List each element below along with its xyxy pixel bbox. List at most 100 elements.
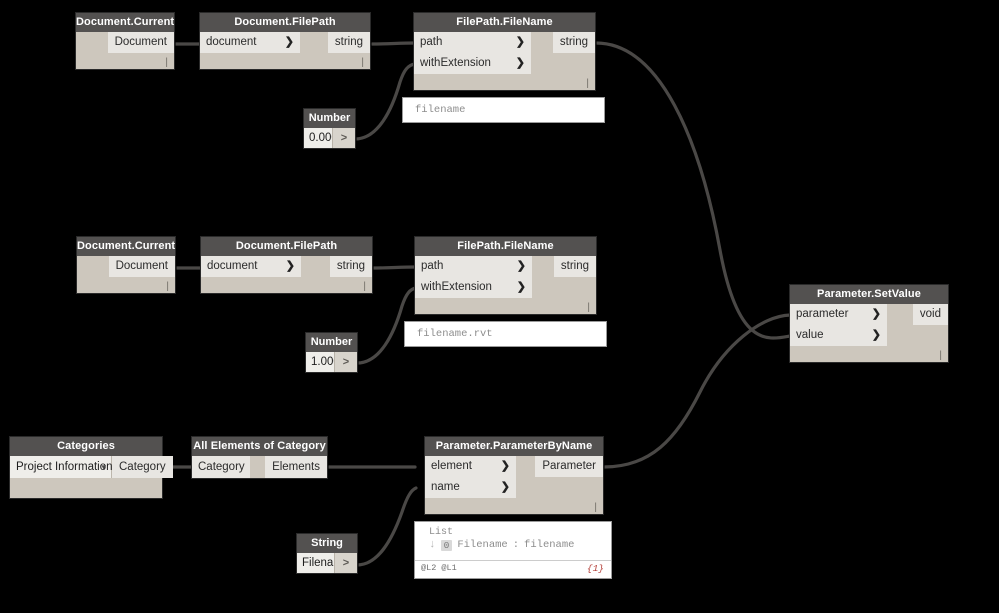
node-title: FilePath.FileName: [414, 13, 595, 32]
node-resize-handle[interactable]: |: [361, 58, 364, 68]
list-footer: @L2 @L1 {1}: [415, 560, 611, 578]
node-parameter-by-name[interactable]: Parameter.ParameterByName element ❯ Para…: [424, 436, 604, 515]
preview-panel-filename-2: filename.rvt: [404, 321, 607, 347]
chevron-right-icon: ❯: [516, 281, 526, 293]
node-title: Number: [306, 333, 357, 352]
input-port-label: document: [206, 36, 257, 48]
output-port-string-node[interactable]: >: [335, 553, 357, 573]
chevron-right-icon: ❯: [515, 36, 525, 48]
dynamo-graph-canvas[interactable]: Document.Current Document | Document.Fil…: [0, 0, 999, 613]
node-document-current-2[interactable]: Document.Current Document |: [76, 236, 176, 294]
list-header: List: [429, 527, 454, 538]
node-footer: |: [200, 53, 370, 69]
output-port-string[interactable]: string: [327, 32, 370, 53]
list-count: {1}: [586, 563, 604, 574]
node-number-1[interactable]: Number 0.000 >: [303, 108, 356, 149]
down-arrow-icon: ↓: [429, 539, 436, 551]
output-port-document[interactable]: Document: [107, 32, 174, 53]
input-port-label: withExtension: [421, 281, 492, 293]
output-port-document[interactable]: Document: [108, 256, 175, 277]
node-resize-handle[interactable]: |: [165, 58, 168, 68]
node-footer: |: [414, 74, 595, 90]
input-port-parameter[interactable]: parameter ❯: [790, 304, 887, 325]
output-port-string[interactable]: string: [553, 256, 596, 277]
output-port-string[interactable]: string: [329, 256, 372, 277]
node-title: Parameter.ParameterByName: [425, 437, 603, 456]
node-document-filepath-2[interactable]: Document.FilePath document ❯ string |: [200, 236, 373, 294]
node-resize-handle[interactable]: |: [594, 503, 597, 513]
input-port-label: name: [431, 481, 460, 493]
port-row: element ❯ Parameter: [425, 456, 603, 477]
node-resize-handle[interactable]: |: [587, 303, 590, 313]
node-resize-handle[interactable]: |: [166, 282, 169, 292]
list-key: Filename: [457, 539, 508, 551]
chevron-down-icon: ▾: [101, 462, 106, 472]
output-port-string[interactable]: string: [552, 32, 595, 53]
input-port-path[interactable]: path ❯: [414, 32, 531, 53]
node-footer: [10, 478, 162, 498]
input-port-withextension[interactable]: withExtension ❯: [415, 277, 532, 298]
input-port-value[interactable]: value ❯: [790, 325, 887, 346]
input-port-element[interactable]: element ❯: [425, 456, 516, 477]
chevron-right-icon: ❯: [284, 36, 294, 48]
node-document-current-1[interactable]: Document.Current Document |: [75, 12, 175, 70]
input-port-category[interactable]: Category: [192, 456, 250, 478]
node-document-filepath-1[interactable]: Document.FilePath document ❯ string |: [199, 12, 371, 70]
input-port-path[interactable]: path ❯: [415, 256, 532, 277]
port-row: withExtension ❯: [414, 53, 595, 74]
node-parameter-setvalue[interactable]: Parameter.SetValue parameter ❯ void valu…: [789, 284, 949, 363]
input-port-withextension[interactable]: withExtension ❯: [414, 53, 531, 74]
wire-string-to-name: [355, 486, 418, 567]
node-footer: |: [77, 277, 175, 293]
number-input-1[interactable]: 0.000: [304, 128, 333, 148]
number-input-2[interactable]: 1.000: [306, 352, 335, 372]
node-footer: |: [76, 53, 174, 69]
node-categories[interactable]: Categories Project Information ▾ Categor…: [9, 436, 173, 499]
port-row: name ❯: [425, 477, 603, 498]
output-port-number-2[interactable]: >: [335, 352, 357, 372]
node-resize-handle[interactable]: |: [363, 282, 366, 292]
output-port-number-1[interactable]: >: [333, 128, 355, 148]
input-port-label: path: [420, 36, 443, 48]
input-port-label: parameter: [796, 308, 849, 320]
chevron-right-icon: ❯: [871, 308, 881, 320]
port-row: value ❯: [790, 325, 948, 346]
output-port-category[interactable]: Category: [112, 456, 173, 478]
list-levels[interactable]: @L2 @L1: [421, 563, 457, 573]
input-port-document[interactable]: document ❯: [201, 256, 301, 277]
input-port-document[interactable]: document ❯: [200, 32, 300, 53]
node-title: Number: [304, 109, 355, 128]
value-row: Filename >: [297, 553, 357, 573]
output-port-void[interactable]: void: [912, 304, 948, 325]
input-port-label: element: [431, 460, 472, 472]
input-port-label: path: [421, 260, 444, 272]
node-all-elements-of-category[interactable]: All Elements of Category Category Elemen…: [191, 436, 328, 479]
port-row: parameter ❯ void: [790, 304, 948, 325]
port-row: Document: [77, 256, 175, 277]
port-row: document ❯ string: [201, 256, 372, 277]
node-footer: |: [425, 498, 603, 514]
chevron-right-icon: ❯: [500, 460, 510, 472]
input-port-name[interactable]: name ❯: [425, 477, 516, 498]
node-footer: |: [415, 298, 596, 314]
node-filepath-filename-1[interactable]: FilePath.FileName path ❯ string withExte…: [413, 12, 596, 91]
node-string-filename[interactable]: String Filename >: [296, 533, 358, 574]
node-number-2[interactable]: Number 1.000 >: [305, 332, 358, 373]
list-item: ↓ 0 Filename : filename: [415, 538, 611, 551]
node-filepath-filename-2[interactable]: FilePath.FileName path ❯ string withExte…: [414, 236, 597, 315]
node-resize-handle[interactable]: |: [586, 79, 589, 89]
list-value: filename: [524, 539, 575, 551]
output-port-elements[interactable]: Elements: [265, 456, 327, 478]
node-title: Document.FilePath: [201, 237, 372, 256]
preview-text: filename: [415, 104, 466, 116]
chevron-right-icon: ❯: [516, 260, 526, 272]
category-dropdown[interactable]: Project Information ▾: [10, 456, 113, 478]
value-row: 1.000 >: [306, 352, 357, 372]
dropdown-row: Project Information ▾ Category: [10, 456, 173, 478]
port-row: path ❯ string: [415, 256, 596, 277]
wire-filename1-to-setvalue-value: [594, 41, 792, 340]
output-port-parameter[interactable]: Parameter: [535, 456, 603, 477]
list-index: 0: [440, 539, 453, 551]
string-input[interactable]: Filename: [297, 553, 335, 573]
node-resize-handle[interactable]: |: [939, 351, 942, 361]
